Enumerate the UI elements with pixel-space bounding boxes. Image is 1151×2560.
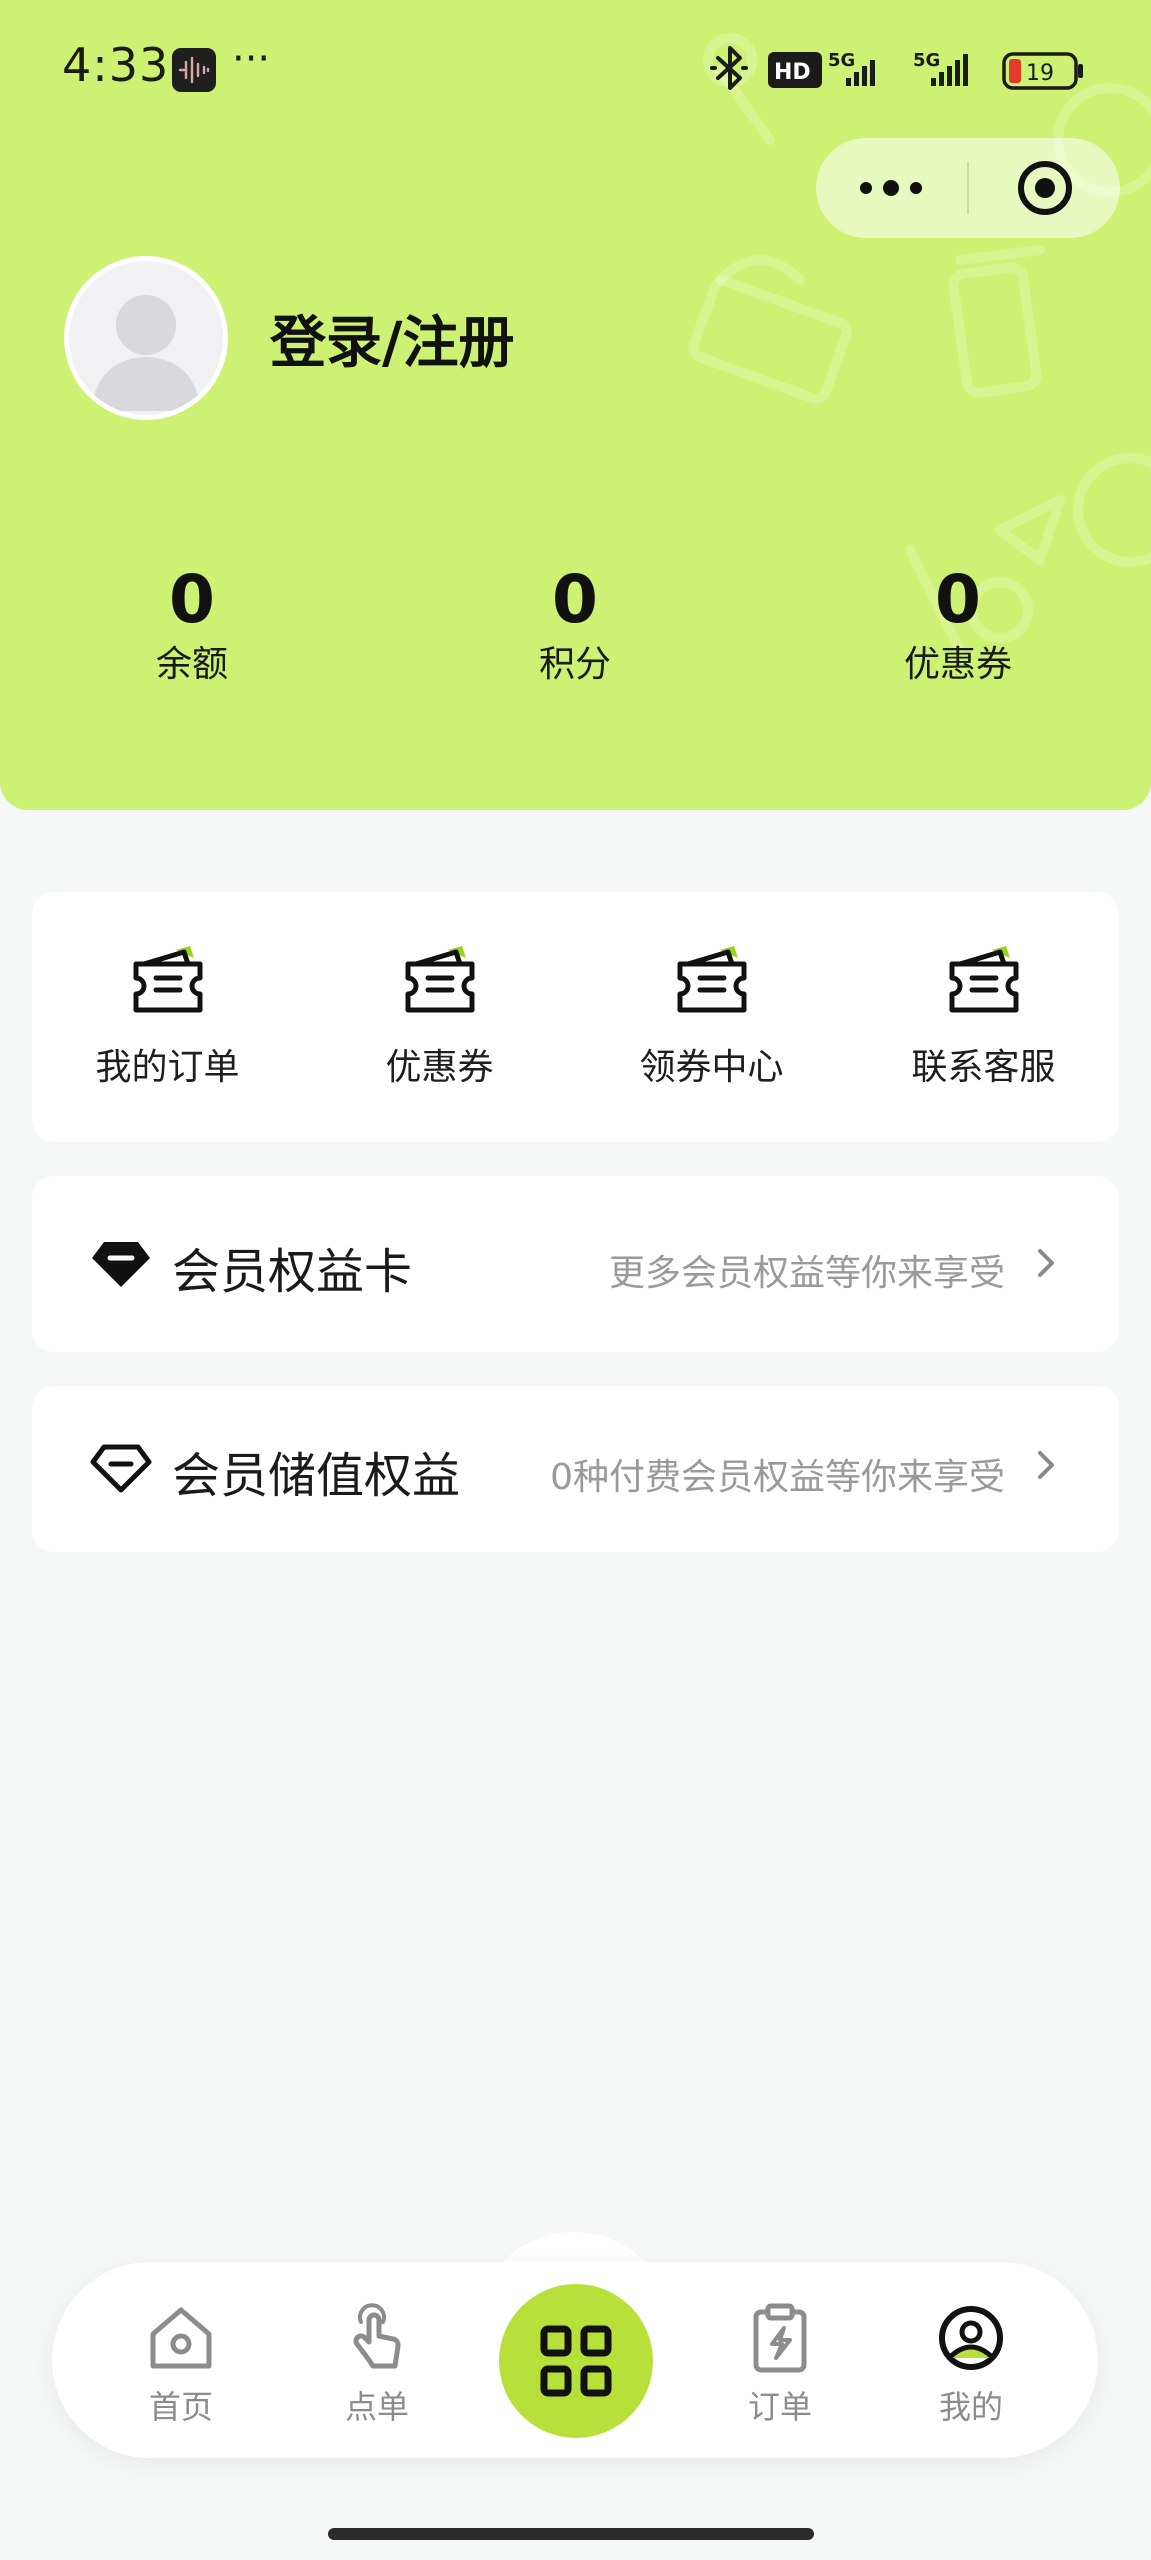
avatar[interactable] bbox=[64, 256, 228, 420]
qr-code-icon bbox=[540, 2325, 612, 2397]
shortcut-label: 领券中心 bbox=[639, 1047, 784, 1088]
shortcut-label: 优惠券 bbox=[385, 1047, 494, 1088]
tab-label: 我的 bbox=[938, 2388, 1003, 2426]
more-options-button[interactable] bbox=[816, 138, 966, 238]
diamond-outline-icon bbox=[90, 1444, 152, 1493]
default-avatar-icon bbox=[91, 295, 201, 411]
stat-label: 优惠券 bbox=[903, 644, 1012, 685]
shortcut-my-orders[interactable]: 我的订单 bbox=[32, 942, 303, 1112]
network-1: 5G bbox=[828, 50, 855, 71]
shortcut-coupons[interactable]: 优惠券 bbox=[304, 942, 575, 1112]
profile-page: 4:33 ··· HD 5G 5G 19 登录/注册 0 余额 0 积分 0 优… bbox=[0, 0, 1151, 2560]
status-time: 4:33 bbox=[62, 38, 170, 92]
member-stored-value-row[interactable]: 会员储值权益 0种付费会员权益等你来享受 bbox=[32, 1386, 1119, 1552]
stat-value: 0 bbox=[552, 561, 598, 638]
tap-hand-icon bbox=[353, 2303, 401, 2369]
tab-home[interactable]: 首页 bbox=[106, 2300, 256, 2428]
ticket-icon bbox=[405, 946, 474, 1013]
ticket-icon bbox=[133, 946, 202, 1013]
capsule-divider bbox=[967, 162, 969, 214]
member-benefits-card-row[interactable]: 会员权益卡 更多会员权益等你来享受 bbox=[32, 1176, 1119, 1352]
shortcut-label: 我的订单 bbox=[95, 1047, 240, 1088]
home-indicator[interactable] bbox=[328, 2528, 814, 2540]
stat-coupons[interactable]: 0 优惠券 bbox=[838, 560, 1078, 690]
stat-label: 积分 bbox=[538, 644, 611, 685]
row-subtitle: 0种付费会员权益等你来享受 bbox=[550, 1457, 1005, 1498]
shortcut-coupon-center[interactable]: 领券中心 bbox=[576, 942, 847, 1112]
tab-mine[interactable]: 我的 bbox=[896, 2300, 1046, 2428]
stat-label: 余额 bbox=[155, 644, 228, 685]
row-title: 会员储值权益 bbox=[172, 1448, 461, 1504]
login-register-link[interactable]: 登录/注册 bbox=[270, 298, 514, 379]
stat-value: 0 bbox=[935, 561, 981, 638]
target-icon bbox=[1018, 161, 1072, 215]
shortcuts-card: 我的订单 优惠券 领券中心 联系客服 bbox=[32, 892, 1119, 1142]
shortcut-label: 联系客服 bbox=[911, 1047, 1056, 1088]
clipboard-icon bbox=[753, 2303, 807, 2373]
scan-qr-button[interactable] bbox=[499, 2284, 653, 2438]
hd-badge: HD bbox=[774, 60, 811, 85]
chevron-right-icon bbox=[1038, 1249, 1054, 1277]
diamond-filled-icon bbox=[92, 1242, 150, 1287]
chevron-right-icon bbox=[1038, 1451, 1054, 1479]
tab-label: 点单 bbox=[344, 2388, 409, 2426]
shortcut-customer-service[interactable]: 联系客服 bbox=[848, 942, 1119, 1112]
bluetooth-icon bbox=[710, 46, 748, 90]
ticket-icon bbox=[949, 946, 1018, 1013]
tab-orders[interactable]: 订单 bbox=[705, 2300, 855, 2428]
stat-points[interactable]: 0 积分 bbox=[455, 560, 695, 690]
mini-program-capsule bbox=[816, 138, 1120, 238]
profile-header: 4:33 ··· HD 5G 5G 19 登录/注册 0 余额 0 积分 0 优… bbox=[0, 0, 1151, 810]
stat-balance[interactable]: 0 余额 bbox=[72, 560, 312, 690]
tab-order-menu[interactable]: 点单 bbox=[302, 2300, 452, 2428]
tab-label: 首页 bbox=[148, 2388, 213, 2426]
ticket-icon bbox=[677, 946, 746, 1013]
network-2: 5G bbox=[913, 50, 940, 71]
status-icons: HD 5G 5G 19 bbox=[710, 46, 1083, 90]
status-more: ··· bbox=[232, 36, 271, 82]
close-miniprogram-button[interactable] bbox=[970, 138, 1120, 238]
app-icon bbox=[172, 48, 216, 92]
home-icon bbox=[150, 2307, 212, 2369]
stat-value: 0 bbox=[169, 561, 215, 638]
battery-level: 19 bbox=[1026, 61, 1054, 86]
row-subtitle: 更多会员权益等你来享受 bbox=[608, 1253, 1005, 1294]
profile-icon bbox=[939, 2306, 1003, 2370]
status-bar: 4:33 ··· HD 5G 5G 19 bbox=[0, 0, 1151, 140]
tab-label: 订单 bbox=[747, 2388, 812, 2426]
row-title: 会员权益卡 bbox=[172, 1244, 413, 1300]
more-dots-icon bbox=[860, 180, 922, 196]
